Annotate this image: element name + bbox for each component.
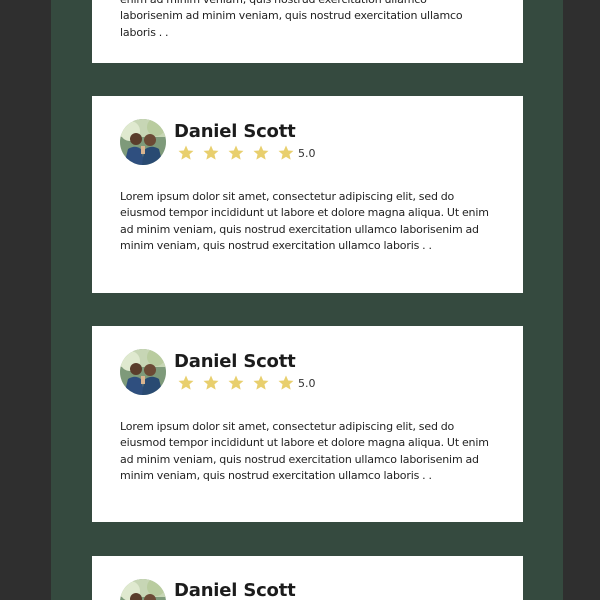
star-icon [274,143,298,163]
review-card: Daniel Scott 5.0 Lorem ipsum dolor sit a… [92,96,523,293]
review-card: Daniel Scott 5.0 Lorem ipsum dolor sit a… [92,326,523,522]
star-icon [224,373,248,393]
review-card: Daniel Scott [92,556,523,600]
review-header: Daniel Scott [120,578,296,600]
reviewer-name: Daniel Scott [174,351,296,372]
review-header: Daniel Scott 5.0 [120,348,316,396]
review-text: enim ad minim veniam, quis nostrud exerc… [120,0,498,41]
review-text: Lorem ipsum dolor sit amet, consectetur … [120,420,489,483]
avatar-photo-icon [120,349,166,395]
reviewer-name: Daniel Scott [174,580,296,600]
review-text-line: laborisenim ad minim veniam, quis nostru… [120,9,463,23]
review-card: enim ad minim veniam, quis nostrud exerc… [92,0,523,63]
rating-value: 5.0 [298,146,316,160]
star-icon [224,143,248,163]
avatar-photo-icon [120,579,166,600]
star-rating: 5.0 [174,373,316,393]
star-icon [199,373,223,393]
avatar [120,119,166,165]
review-header: Daniel Scott 5.0 [120,118,316,166]
star-icon [249,373,273,393]
avatar-photo-icon [120,119,166,165]
star-icon [199,143,223,163]
review-text-line: laboris . . [120,25,169,39]
star-icon [274,373,298,393]
star-icon [249,143,273,163]
avatar [120,579,166,600]
review-text-line: enim ad minim veniam, quis nostrud exerc… [120,0,498,8]
star-rating: 5.0 [174,143,316,163]
star-icon [174,143,198,163]
reviewer-name: Daniel Scott [174,121,296,142]
avatar [120,349,166,395]
star-icon [174,373,198,393]
rating-value: 5.0 [298,376,316,390]
review-text: Lorem ipsum dolor sit amet, consectetur … [120,190,489,253]
